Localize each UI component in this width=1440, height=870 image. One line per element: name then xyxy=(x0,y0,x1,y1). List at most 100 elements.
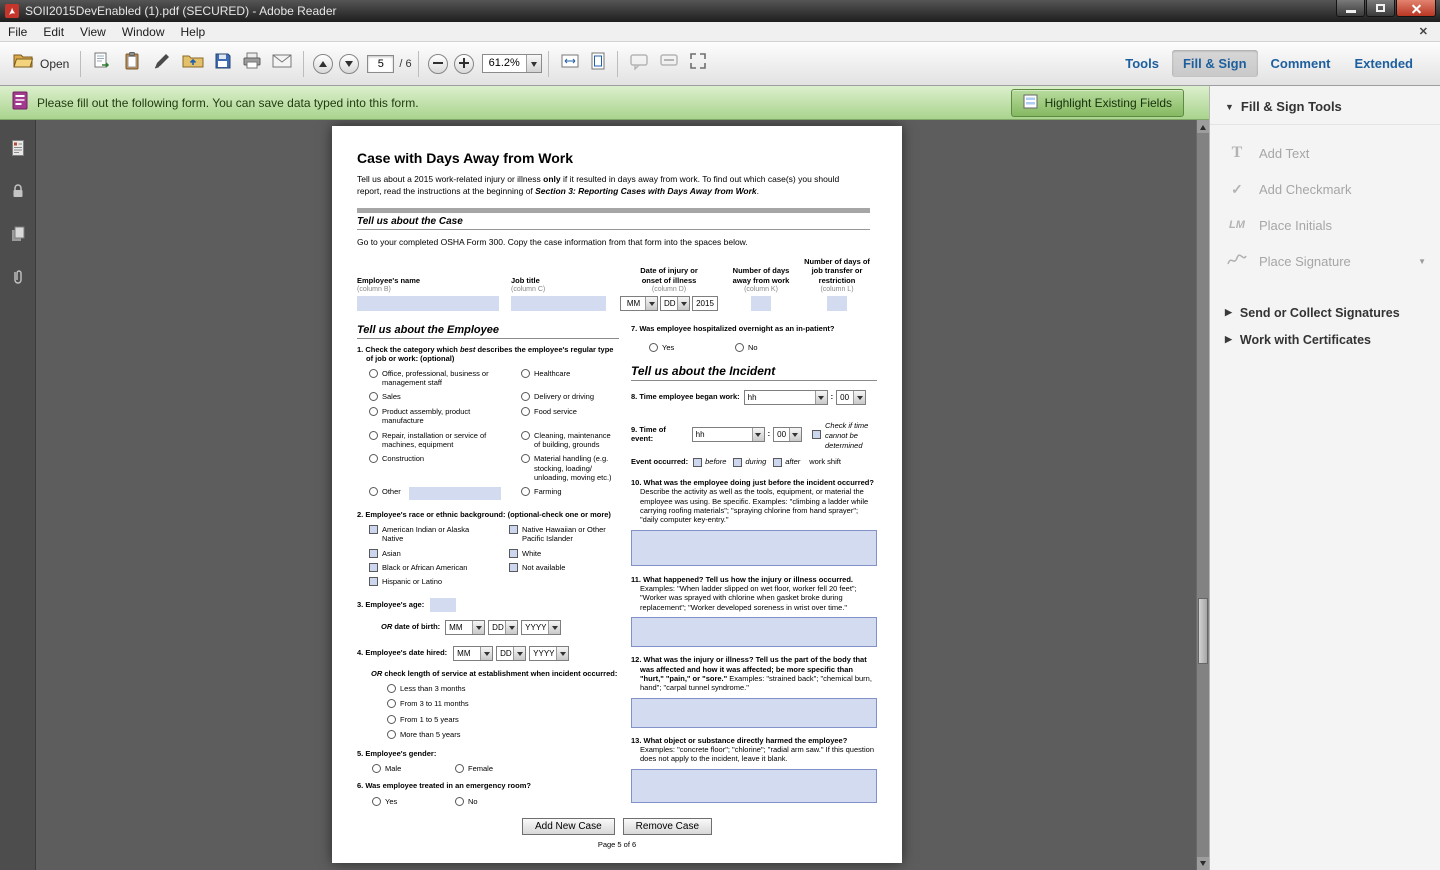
send-collect-signatures-section[interactable]: ▶ Send or Collect Signatures xyxy=(1210,299,1440,326)
send-file-button[interactable] xyxy=(177,49,209,79)
checkbox[interactable] xyxy=(369,563,378,572)
radio-button[interactable] xyxy=(521,407,530,416)
dob-day-select[interactable]: DD xyxy=(488,620,518,635)
zoom-out-button[interactable] xyxy=(428,54,448,74)
q11-answer-textarea[interactable] xyxy=(631,617,877,647)
radio-button[interactable] xyxy=(369,487,378,496)
save-as-button[interactable] xyxy=(87,49,117,79)
clipboard-button[interactable] xyxy=(117,49,147,79)
document-scrollbar[interactable] xyxy=(1196,120,1209,870)
scroll-down-button[interactable] xyxy=(1197,857,1209,870)
radio-button[interactable] xyxy=(521,454,530,463)
days-transfer-field[interactable] xyxy=(827,296,847,311)
checkbox[interactable] xyxy=(509,563,518,572)
menu-file[interactable]: File xyxy=(0,23,35,41)
security-panel-button[interactable] xyxy=(5,181,31,205)
q12-answer-textarea[interactable] xyxy=(631,698,877,728)
highlight-existing-fields-button[interactable]: Highlight Existing Fields xyxy=(1011,89,1184,117)
page-number-input[interactable]: 5 xyxy=(367,55,394,73)
radio-button[interactable] xyxy=(369,407,378,416)
menu-edit[interactable]: Edit xyxy=(35,23,72,41)
email-button[interactable] xyxy=(267,49,297,79)
place-initials-tool[interactable]: LM Place Initials xyxy=(1210,207,1440,243)
radio-button[interactable] xyxy=(369,369,378,378)
radio-button[interactable] xyxy=(369,392,378,401)
q13-answer-textarea[interactable] xyxy=(631,769,877,803)
radio-button[interactable] xyxy=(372,764,381,773)
other-job-field[interactable] xyxy=(409,487,501,500)
dob-month-select[interactable]: MM xyxy=(445,620,485,635)
tab-tools[interactable]: Tools xyxy=(1114,50,1170,77)
add-text-tool[interactable]: T Add Text xyxy=(1210,135,1440,171)
radio-button[interactable] xyxy=(372,797,381,806)
event-before-checkbox[interactable] xyxy=(693,458,702,467)
radio-button[interactable] xyxy=(455,764,464,773)
hired-month-select[interactable]: MM xyxy=(453,646,493,661)
event-hour-select[interactable]: hh xyxy=(692,427,765,442)
menu-view[interactable]: View xyxy=(72,23,114,41)
fit-width-button[interactable] xyxy=(555,49,585,79)
save-button[interactable] xyxy=(209,49,237,79)
zoom-level-combobox[interactable]: 61.2% xyxy=(482,54,542,73)
work-with-certificates-section[interactable]: ▶ Work with Certificates xyxy=(1210,326,1440,353)
scroll-up-button[interactable] xyxy=(1197,120,1209,133)
menubar-close-button[interactable]: ✕ xyxy=(1419,25,1428,38)
menu-help[interactable]: Help xyxy=(173,23,214,41)
close-button[interactable] xyxy=(1396,0,1436,17)
previous-page-button[interactable] xyxy=(313,54,333,74)
hired-year-select[interactable]: YYYY xyxy=(529,646,569,661)
radio-button[interactable] xyxy=(387,684,396,693)
page-thumbnails-button[interactable] xyxy=(5,138,31,162)
maximize-button[interactable] xyxy=(1366,0,1395,17)
hired-day-select[interactable]: DD xyxy=(496,646,526,661)
radio-button[interactable] xyxy=(369,431,378,440)
event-minute-select[interactable]: 00 xyxy=(773,427,802,442)
injury-day-select[interactable]: DD xyxy=(660,296,690,311)
time-undetermined-checkbox[interactable] xyxy=(812,430,821,439)
employee-name-field[interactable] xyxy=(357,296,499,311)
next-page-button[interactable] xyxy=(339,54,359,74)
minimize-button[interactable] xyxy=(1336,0,1365,17)
layers-panel-button[interactable] xyxy=(5,224,31,248)
began-work-minute-select[interactable]: 00 xyxy=(836,390,866,405)
radio-button[interactable] xyxy=(649,343,658,352)
q10-answer-textarea[interactable] xyxy=(631,530,877,566)
checkbox[interactable] xyxy=(369,577,378,586)
employee-age-field[interactable] xyxy=(430,598,456,612)
radio-button[interactable] xyxy=(521,487,530,496)
radio-button[interactable] xyxy=(521,392,530,401)
place-signature-tool[interactable]: Place Signature ▼ xyxy=(1210,243,1440,279)
add-checkmark-tool[interactable]: ✓ Add Checkmark xyxy=(1210,171,1440,207)
remove-case-button[interactable]: Remove Case xyxy=(623,818,712,835)
menu-window[interactable]: Window xyxy=(114,23,173,41)
fullscreen-button[interactable] xyxy=(684,49,712,79)
dob-year-select[interactable]: YYYY xyxy=(521,620,561,635)
radio-button[interactable] xyxy=(387,715,396,724)
triangle-down-icon[interactable]: ▼ xyxy=(1418,257,1426,266)
radio-button[interactable] xyxy=(387,699,396,708)
add-new-case-button[interactable]: Add New Case xyxy=(522,818,615,835)
checkbox[interactable] xyxy=(369,549,378,558)
radio-button[interactable] xyxy=(521,431,530,440)
began-work-hour-select[interactable]: hh xyxy=(744,390,828,405)
radio-button[interactable] xyxy=(735,343,744,352)
checkbox[interactable] xyxy=(509,549,518,558)
checkbox[interactable] xyxy=(509,525,518,534)
checkbox[interactable] xyxy=(369,525,378,534)
radio-button[interactable] xyxy=(387,730,396,739)
print-button[interactable] xyxy=(237,49,267,79)
tab-fill-sign[interactable]: Fill & Sign xyxy=(1172,50,1258,77)
tab-comment[interactable]: Comment xyxy=(1260,50,1342,77)
injury-month-select[interactable]: MM xyxy=(620,296,658,311)
sign-button[interactable] xyxy=(147,49,177,79)
fit-page-button[interactable] xyxy=(585,49,611,79)
scroll-thumb[interactable] xyxy=(1198,598,1208,664)
radio-button[interactable] xyxy=(455,797,464,806)
radio-button[interactable] xyxy=(521,369,530,378)
radio-button[interactable] xyxy=(369,454,378,463)
sticky-note-button[interactable] xyxy=(624,49,654,79)
days-away-field[interactable] xyxy=(751,296,771,311)
open-button[interactable]: Open xyxy=(8,49,74,79)
event-during-checkbox[interactable] xyxy=(733,458,742,467)
zoom-in-button[interactable] xyxy=(454,54,474,74)
